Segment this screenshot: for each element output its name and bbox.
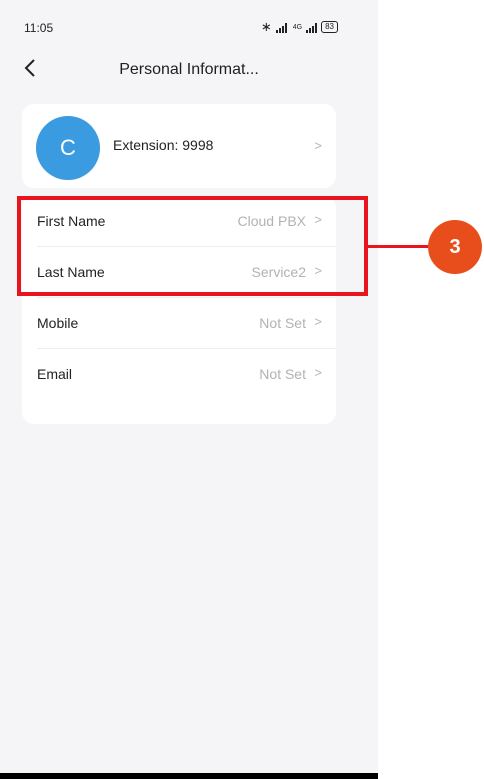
email-value: Not Set xyxy=(259,366,306,382)
phone-screen: 11:05 ∗ 4G 83 Personal Informat... C Ext… xyxy=(0,0,378,779)
avatar: C xyxy=(36,116,100,180)
status-bar: 11:05 ∗ 4G 83 xyxy=(0,0,378,46)
step-badge: 3 xyxy=(428,220,482,274)
network-type-label: 4G xyxy=(292,23,303,31)
page-title: Personal Informat... xyxy=(119,61,259,78)
bluetooth-icon: ∗ xyxy=(260,19,272,34)
highlight-box xyxy=(17,196,368,296)
chevron-right-icon: > xyxy=(314,365,322,380)
chevron-right-icon: > xyxy=(314,138,322,153)
annotation-connector xyxy=(368,245,428,248)
status-time: 11:05 xyxy=(24,21,54,35)
signal-icon-2 xyxy=(306,22,318,33)
mobile-label: Mobile xyxy=(37,315,79,331)
signal-icon xyxy=(275,22,287,33)
email-label: Email xyxy=(37,366,73,382)
profile-card[interactable]: C Extension: 9998 > xyxy=(22,104,336,188)
status-icons: ∗ 4G 83 xyxy=(261,19,338,35)
home-bar xyxy=(0,773,378,779)
mobile-value: Not Set xyxy=(259,315,306,331)
mobile-row[interactable]: Mobile Not Set > xyxy=(22,298,336,349)
chevron-right-icon: > xyxy=(314,314,322,329)
nav-bar: Personal Informat... xyxy=(0,46,378,94)
email-row[interactable]: Email Not Set > xyxy=(22,349,336,400)
battery-icon: 83 xyxy=(321,21,338,33)
extension-label: Extension: 9998 xyxy=(113,137,214,153)
